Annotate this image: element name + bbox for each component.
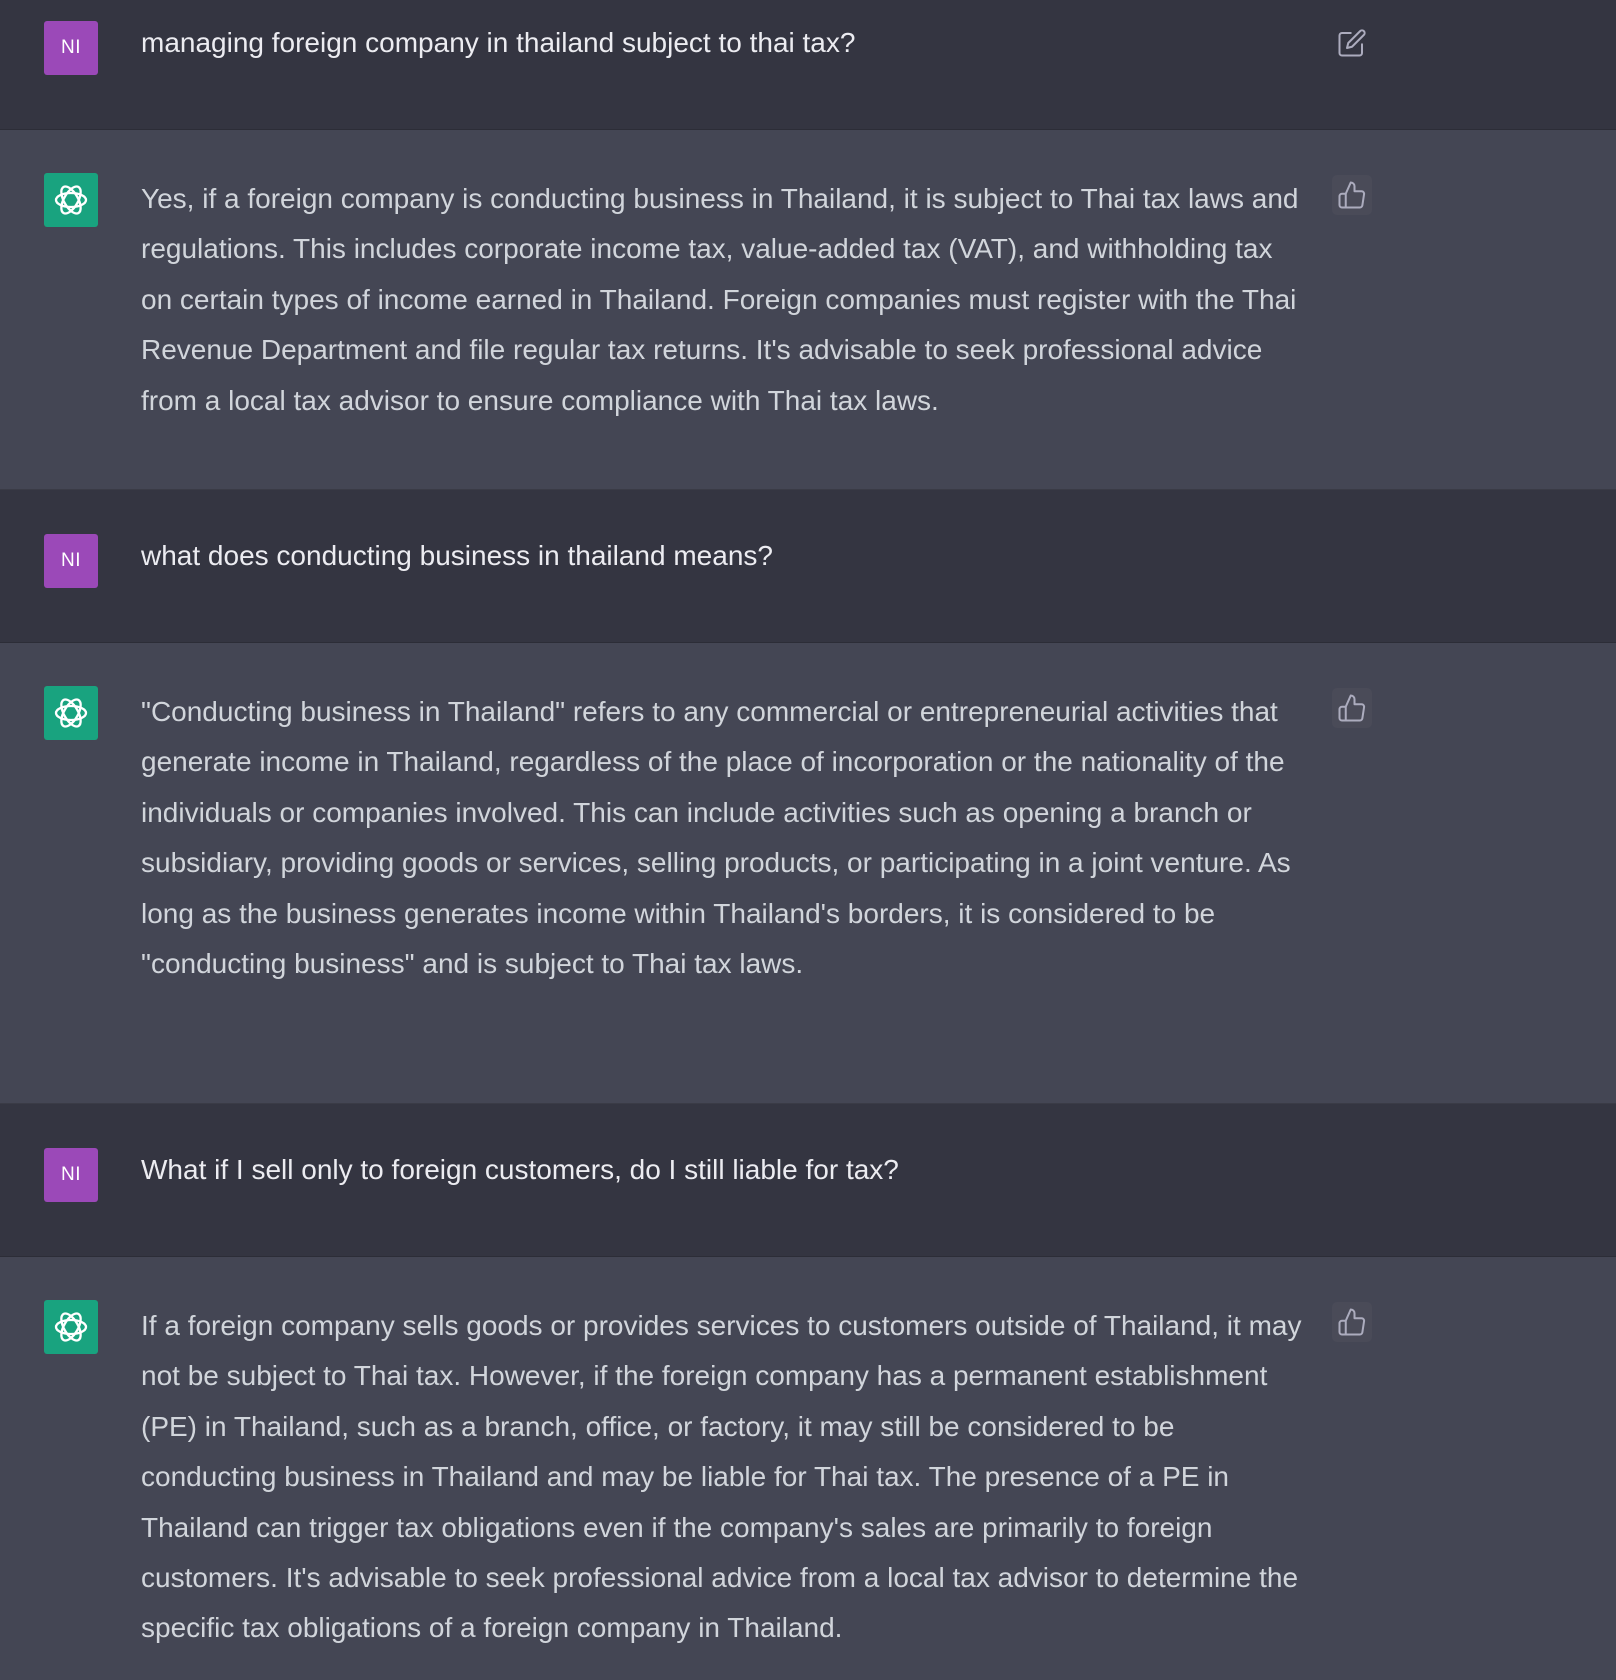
assistant-logo-icon xyxy=(44,173,98,227)
user-avatar: NI xyxy=(44,534,98,588)
user-message-row: NI what does conducting business in thai… xyxy=(0,490,1616,643)
user-avatar: NI xyxy=(44,1148,98,1202)
user-message-text: What if I sell only to foreign customers… xyxy=(141,1154,899,1185)
assistant-logo-icon xyxy=(44,686,98,740)
thumbs-up-icon[interactable] xyxy=(1332,1302,1372,1342)
user-message-row: NI What if I sell only to foreign custom… xyxy=(0,1104,1616,1257)
thumbs-up-icon[interactable] xyxy=(1332,688,1372,728)
assistant-message-row: Yes, if a foreign company is conducting … xyxy=(0,130,1616,490)
assistant-message-row: "Conducting business in Thailand" refers… xyxy=(0,643,1616,1104)
assistant-message-text: "Conducting business in Thailand" refers… xyxy=(141,696,1291,980)
assistant-message-row: If a foreign company sells goods or prov… xyxy=(0,1257,1616,1680)
user-message-row: NI managing foreign company in thailand … xyxy=(0,0,1616,130)
user-message-text: what does conducting business in thailan… xyxy=(141,540,773,571)
thumbs-up-icon[interactable] xyxy=(1332,175,1372,215)
edit-icon[interactable] xyxy=(1332,23,1372,63)
user-avatar: NI xyxy=(44,21,98,75)
user-message-text: managing foreign company in thailand sub… xyxy=(141,27,856,58)
assistant-logo-icon xyxy=(44,1300,98,1354)
assistant-message-text: Yes, if a foreign company is conducting … xyxy=(141,183,1299,416)
assistant-message-text: If a foreign company sells goods or prov… xyxy=(141,1310,1302,1644)
